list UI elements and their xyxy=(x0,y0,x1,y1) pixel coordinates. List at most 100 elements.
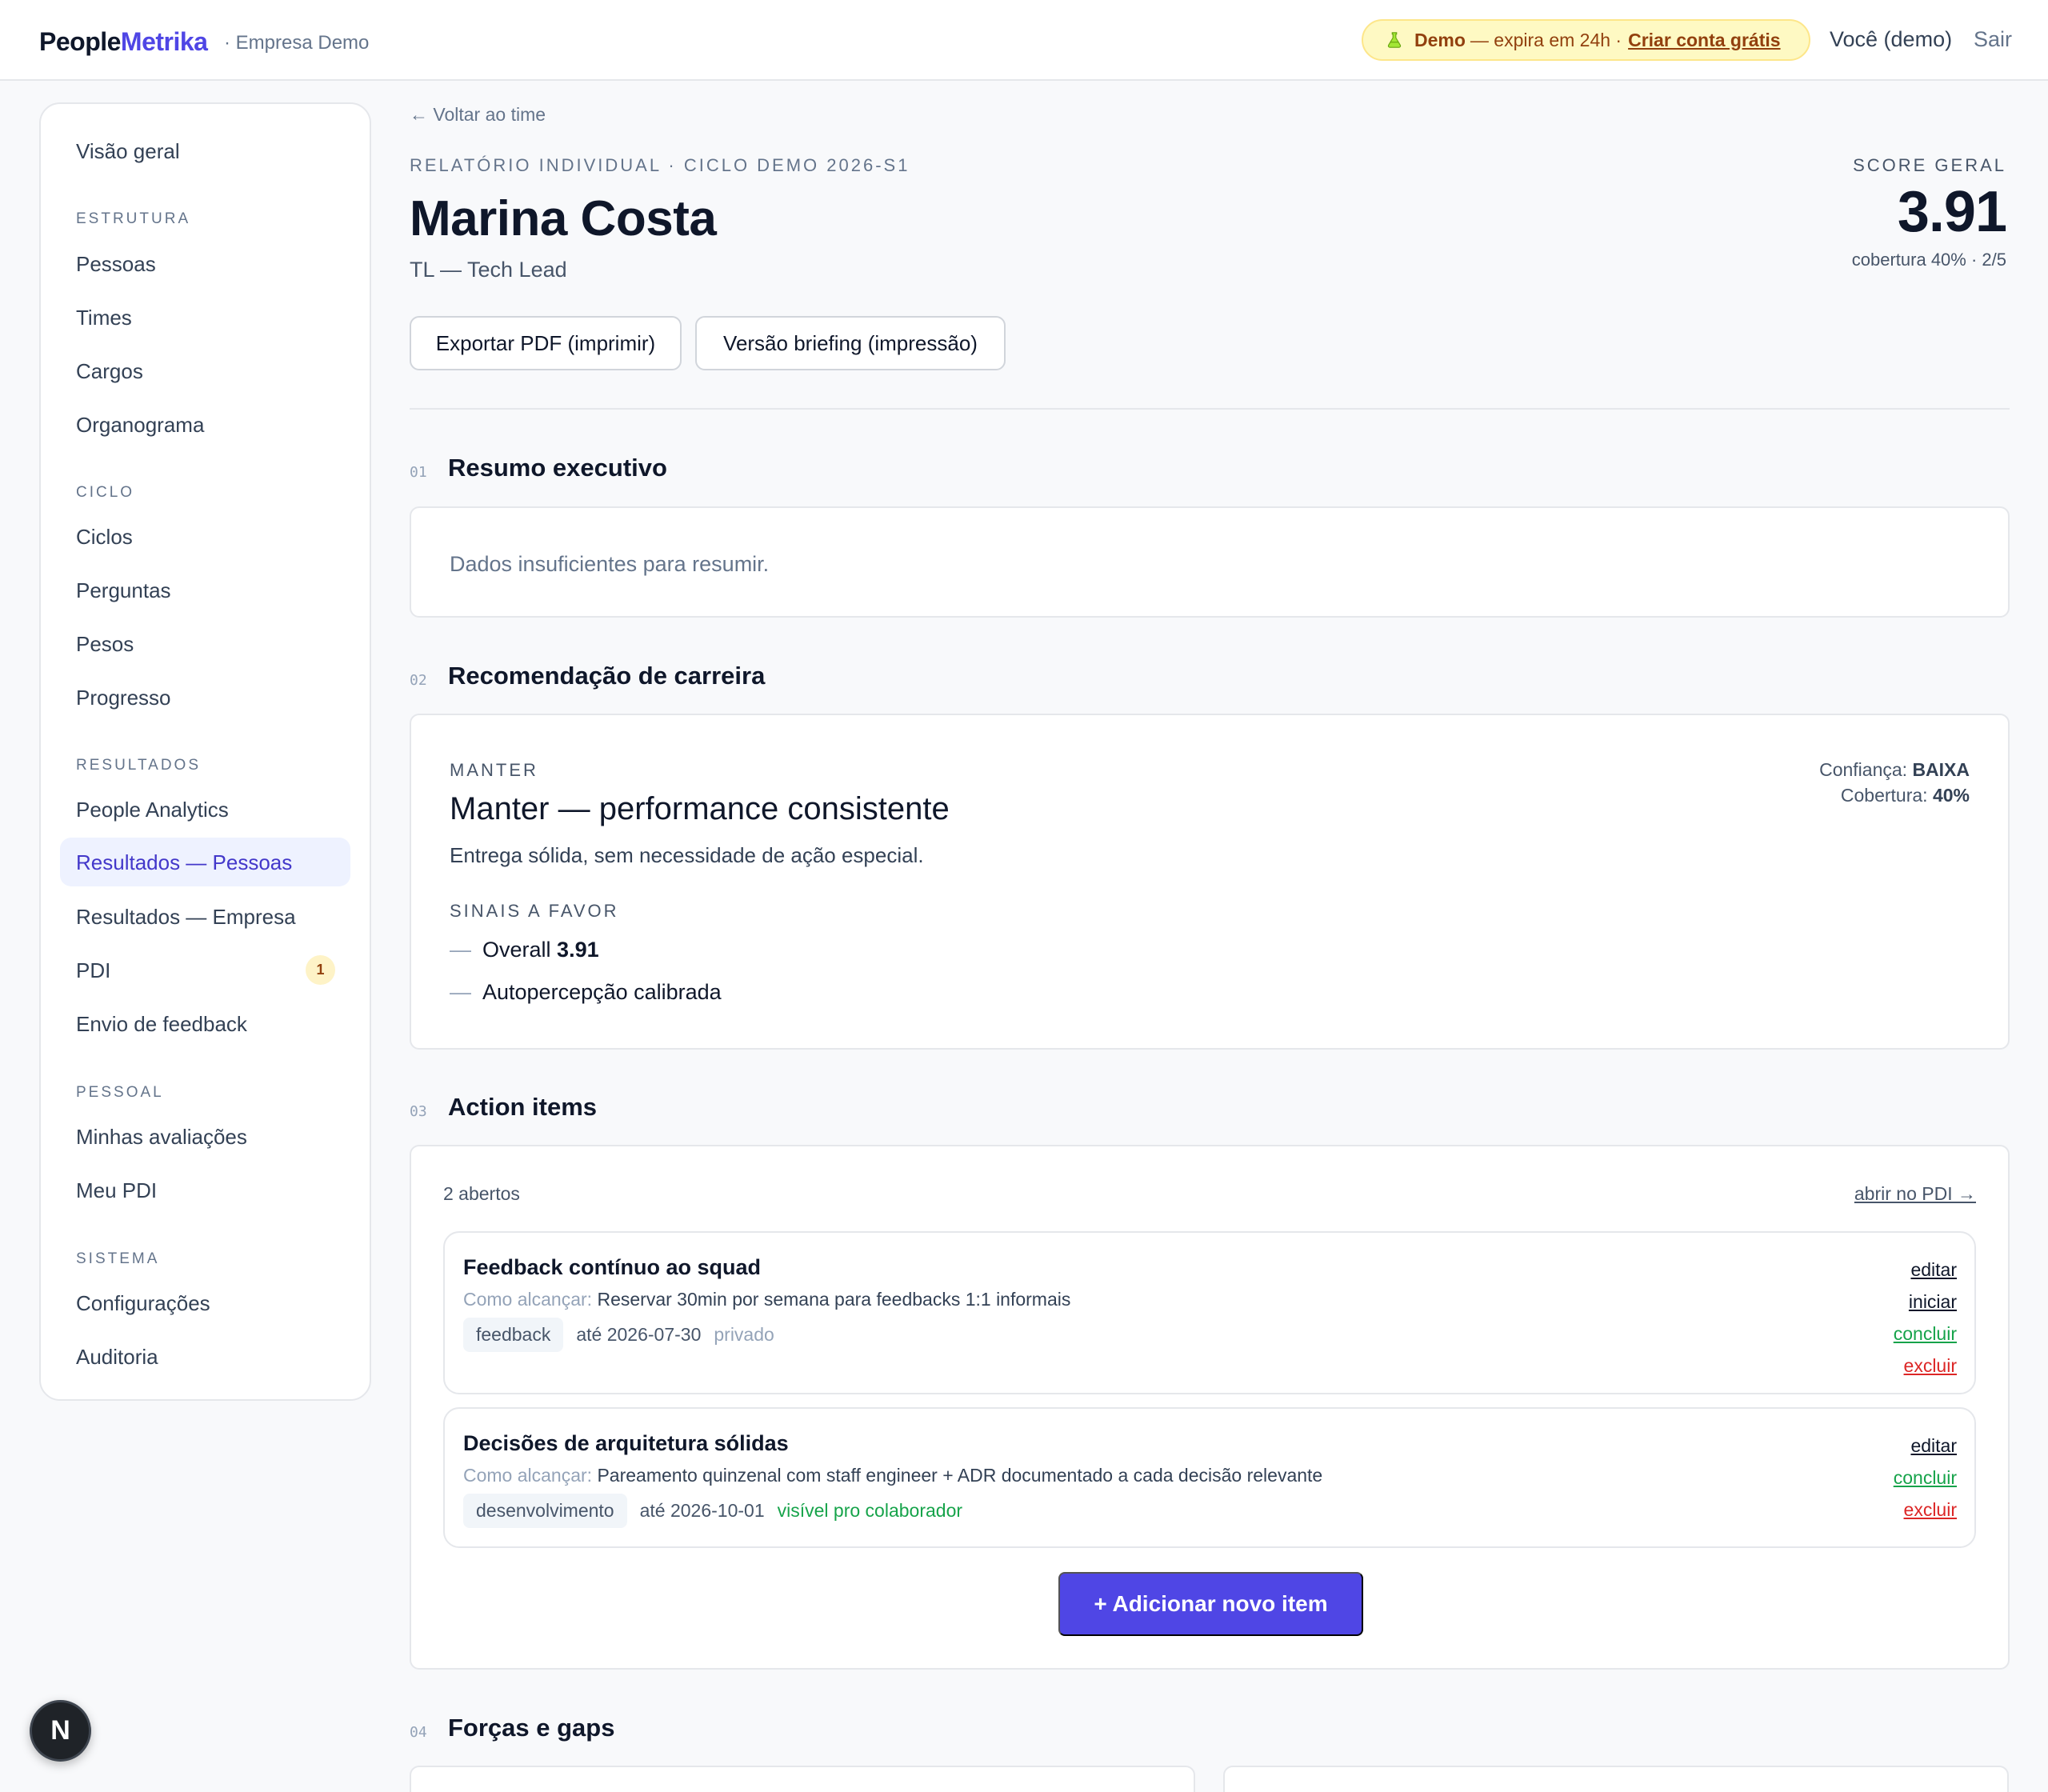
header-divider xyxy=(410,408,2010,410)
sidebar-item-resultados-pessoas-label: Resultados — Pessoas xyxy=(76,850,293,874)
how-label: Como alcançar: xyxy=(463,1289,593,1310)
sidebar-item-envio-feedback[interactable]: Envio de feedback xyxy=(76,1012,247,1037)
complete-link[interactable]: concluir xyxy=(1894,1318,1957,1350)
open-in-pdi-link[interactable]: abrir no PDI → xyxy=(1854,1183,1976,1205)
sidebar-item-perguntas[interactable]: Perguntas xyxy=(76,578,171,603)
action-item-meta: feedback até 2026-07-30 privado xyxy=(463,1318,774,1352)
career-recommendation-card: MANTER Manter — performance consistente … xyxy=(410,714,2010,1050)
confidence-info: Confiança: BAIXA Cobertura: 40% xyxy=(1819,757,1970,808)
sidebar-section-ciclo: CICLO xyxy=(76,484,135,501)
sidebar-item-pdi[interactable]: PDI xyxy=(76,958,110,983)
action-item-actions: editar iniciar concluir excluir xyxy=(1894,1254,1957,1382)
brand-name-part1: People xyxy=(39,27,121,56)
export-pdf-button[interactable]: Exportar PDF (imprimir) xyxy=(410,316,682,370)
strengths-card xyxy=(410,1766,1195,1792)
sidebar-item-organograma[interactable]: Organograma xyxy=(76,413,204,438)
report-eyebrow: RELATÓRIO INDIVIDUAL · CICLO DEMO 2026-S… xyxy=(410,155,910,175)
person-role: TL — Tech Lead xyxy=(410,258,567,282)
sidebar-section-estrutura: ESTRUTURA xyxy=(76,210,191,227)
section-title-strengths-gaps: Forças e gaps xyxy=(448,1714,615,1742)
logout-link[interactable]: Sair xyxy=(1974,27,2012,52)
sidebar-item-times[interactable]: Times xyxy=(76,306,132,330)
summary-card: Dados insuficientes para resumir. xyxy=(410,506,2010,618)
gaps-card xyxy=(1223,1766,2009,1792)
section-number: 02 xyxy=(410,672,427,689)
sidebar-item-auditoria[interactable]: Auditoria xyxy=(76,1345,158,1370)
sidebar-item-meu-pdi[interactable]: Meu PDI xyxy=(76,1178,157,1203)
section-title-career: Recomendação de carreira xyxy=(448,662,766,690)
edit-link[interactable]: editar xyxy=(1894,1254,1957,1286)
score-value: 3.91 xyxy=(1897,180,2007,244)
action-item: Decisões de arquitetura sólidas Como alc… xyxy=(443,1407,1976,1548)
visibility-status: privado xyxy=(714,1324,774,1345)
section-title-summary: Resumo executivo xyxy=(448,454,667,482)
page-title: Marina Costa xyxy=(410,191,717,246)
sidebar-item-progresso[interactable]: Progresso xyxy=(76,686,171,710)
signal-text: Overall xyxy=(482,938,551,962)
signal-item: — Overall 3.91 xyxy=(450,938,599,962)
complete-link[interactable]: concluir xyxy=(1894,1462,1957,1494)
demo-expiry-text: — expira em 24h · xyxy=(1470,29,1622,50)
demo-label: Demo xyxy=(1414,29,1466,50)
next-dev-indicator[interactable]: N xyxy=(30,1700,91,1762)
coverage-label: Cobertura: xyxy=(1840,785,1928,806)
action-item: Feedback contínuo ao squad Como alcançar… xyxy=(443,1231,1976,1394)
section-title-actions: Action items xyxy=(448,1093,598,1121)
sidebar-item-ciclos[interactable]: Ciclos xyxy=(76,525,133,550)
action-item-how: Como alcançar: Pareamento quinzenal com … xyxy=(463,1465,1322,1486)
pdi-count-badge: 1 xyxy=(306,955,335,985)
add-item-button[interactable]: + Adicionar novo item xyxy=(1058,1572,1363,1636)
how-text: Reservar 30min por semana para feedbacks… xyxy=(597,1289,1071,1310)
open-items-count: 2 abertos xyxy=(443,1183,520,1204)
edit-link[interactable]: editar xyxy=(1894,1430,1957,1462)
sidebar-item-people-analytics[interactable]: People Analytics xyxy=(76,798,229,822)
coverage-value: 40% xyxy=(1932,785,1970,806)
recommendation-title: Manter — performance consistente xyxy=(450,791,950,826)
create-account-link[interactable]: Criar conta grátis xyxy=(1628,30,1780,51)
company-name: · Empresa Demo xyxy=(224,32,370,54)
brand-name-part2: Metrika xyxy=(120,27,208,56)
action-item-meta: desenvolvimento até 2026-10-01 visível p… xyxy=(463,1494,962,1528)
sidebar-item-cargos[interactable]: Cargos xyxy=(76,359,143,384)
sidebar-item-minhas-avaliacoes[interactable]: Minhas avaliações xyxy=(76,1125,247,1150)
section-number: 04 xyxy=(410,1724,427,1741)
score-coverage: cobertura 40% · 2/5 xyxy=(1851,250,2006,270)
signal-value: 3.91 xyxy=(557,938,599,962)
score-label: SCORE GERAL xyxy=(1853,155,2006,175)
action-item-title: Feedback contínuo ao squad xyxy=(463,1255,762,1279)
sidebar-section-sistema: SISTEMA xyxy=(76,1250,160,1267)
delete-link[interactable]: excluir xyxy=(1894,1350,1957,1382)
due-date: até 2026-07-30 xyxy=(576,1324,702,1345)
recommendation-eyebrow: MANTER xyxy=(450,760,538,780)
summary-text: Dados insuficientes para resumir. xyxy=(450,552,770,576)
action-item-title: Decisões de arquitetura sólidas xyxy=(463,1431,789,1455)
sidebar-item-resultados-empresa[interactable]: Resultados — Empresa xyxy=(76,905,296,930)
due-date: até 2026-10-01 xyxy=(639,1500,765,1521)
category-tag: feedback xyxy=(463,1318,564,1352)
recommendation-description: Entrega sólida, sem necessidade de ação … xyxy=(450,843,924,867)
how-text: Pareamento quinzenal com staff engineer … xyxy=(597,1465,1323,1486)
sidebar: Visão geral ESTRUTURA Pessoas Times Carg… xyxy=(39,102,371,1401)
briefing-print-button[interactable]: Versão briefing (impressão) xyxy=(695,316,1006,370)
sidebar-item-pesos[interactable]: Pesos xyxy=(76,632,134,657)
how-label: Como alcançar: xyxy=(463,1465,593,1486)
start-link[interactable]: iniciar xyxy=(1894,1286,1957,1318)
confidence-label: Confiança: xyxy=(1819,759,1908,780)
visibility-status: visível pro colaborador xyxy=(777,1500,963,1521)
dash-icon: — xyxy=(450,980,471,1004)
sidebar-item-pessoas[interactable]: Pessoas xyxy=(76,252,156,277)
back-to-team-link[interactable]: ← Voltar ao time xyxy=(410,104,546,126)
top-bar: PeopleMetrika · Empresa Demo Demo — expi… xyxy=(0,0,2048,81)
demo-banner: Demo — expira em 24h · Criar conta gráti… xyxy=(1362,19,1810,61)
sidebar-item-overview[interactable]: Visão geral xyxy=(76,139,180,164)
current-user[interactable]: Você (demo) xyxy=(1830,27,1952,52)
action-item-actions: editar concluir excluir xyxy=(1894,1430,1957,1526)
flask-icon xyxy=(1387,32,1402,48)
section-number: 01 xyxy=(410,464,427,481)
delete-link[interactable]: excluir xyxy=(1894,1494,1957,1526)
brand-logo[interactable]: PeopleMetrika xyxy=(39,27,208,57)
action-item-how: Como alcançar: Reservar 30min por semana… xyxy=(463,1289,1070,1310)
signal-text: Autopercepção calibrada xyxy=(482,980,722,1004)
dash-icon: — xyxy=(450,938,471,962)
sidebar-item-configuracoes[interactable]: Configurações xyxy=(76,1291,210,1316)
